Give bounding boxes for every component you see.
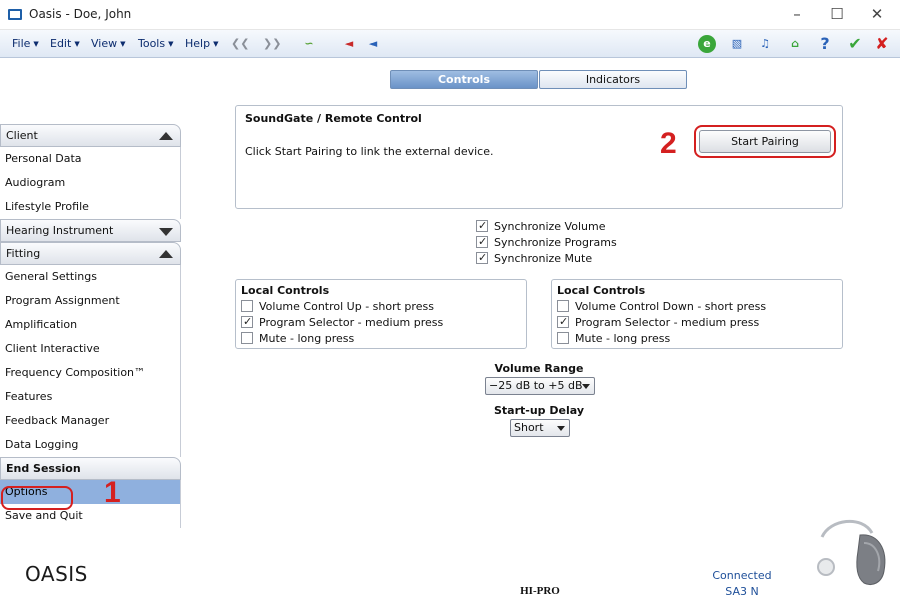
title-bar: Oasis - Doe, John – ☐ ✕ <box>0 0 900 30</box>
annotation-number-2: 2 <box>660 127 677 160</box>
app-window-icon <box>8 9 22 20</box>
program-selector-right-checkbox[interactable]: Program Selector - medium press <box>557 315 759 332</box>
menu-edit[interactable]: Edit ▼ <box>50 37 80 50</box>
checkbox-unchecked[interactable] <box>557 300 569 312</box>
maximize-button[interactable]: ☐ <box>822 4 852 24</box>
sidebar-item-general-settings[interactable]: General Settings <box>0 265 181 289</box>
section-header-client[interactable]: Client <box>0 124 181 147</box>
local-controls-right-title: Local Controls <box>557 284 646 297</box>
checkbox-checked[interactable] <box>476 219 488 233</box>
sidebar-item-lifestyle-profile[interactable]: Lifestyle Profile <box>0 195 181 219</box>
cancel-icon[interactable]: ✘ <box>873 35 891 53</box>
speaker-icon[interactable]: ◄ <box>364 35 382 53</box>
mute-long-press-left-checkbox[interactable]: Mute - long press <box>241 332 354 348</box>
checkbox-unchecked[interactable] <box>241 332 253 344</box>
menu-help[interactable]: Help ▼ <box>185 37 218 50</box>
startup-delay-dropdown[interactable]: Short <box>510 419 570 437</box>
sidebar-item-features[interactable]: Features <box>0 385 181 409</box>
tab-indicators[interactable]: Indicators <box>539 70 687 89</box>
device-name: SA3 N <box>725 585 759 598</box>
programmer-label: HI-PRO <box>520 585 560 597</box>
sidebar-item-program-assignment[interactable]: Program Assignment <box>0 289 181 313</box>
chevron-down-icon <box>582 384 590 389</box>
menu-toolbar: File ▼ Edit ▼ View ▼ Tools ▼ Help ▼ ❮❮ ❯❯ ∽ ◄… <box>0 30 900 58</box>
expand-icon <box>159 228 173 236</box>
help-icon[interactable]: ? <box>816 35 834 53</box>
section-header-end-session[interactable]: End Session <box>0 457 181 480</box>
navigation-sidebar: Client Personal Data Audiogram Lifestyle… <box>0 124 181 528</box>
main-area: Controls Indicators Client Personal Data… <box>0 58 900 603</box>
mute-long-press-right-checkbox[interactable]: Mute - long press <box>557 332 670 348</box>
volume-down-short-press-checkbox[interactable]: Volume Control Down - short press <box>557 300 766 316</box>
soundgate-instructions: Click Start Pairing to link the external… <box>245 145 494 158</box>
soundgate-title: SoundGate / Remote Control <box>245 112 422 125</box>
volume-up-short-press-checkbox[interactable]: Volume Control Up - short press <box>241 300 434 316</box>
annotation-circle-1 <box>1 486 73 510</box>
close-window-button[interactable]: ✕ <box>862 4 892 24</box>
sidebar-item-amplification[interactable]: Amplification <box>0 313 181 337</box>
check-icon[interactable]: ✔ <box>846 35 864 53</box>
sync-volume-checkbox[interactable]: Synchronize Volume <box>476 219 605 236</box>
menu-tools[interactable]: Tools ▼ <box>138 37 174 50</box>
startup-delay-label: Start-up Delay <box>493 404 584 417</box>
e-icon[interactable]: e <box>698 35 716 53</box>
forward-arrow-icon[interactable]: ❯❯ <box>263 35 281 53</box>
local-controls-right-panel: Local Controls Volume Control Down - sho… <box>551 279 843 349</box>
checkbox-unchecked[interactable] <box>241 300 253 312</box>
tab-controls[interactable]: Controls <box>390 70 538 89</box>
sidebar-item-feedback-manager[interactable]: Feedback Manager <box>0 409 181 433</box>
sync-mute-checkbox[interactable]: Synchronize Mute <box>476 251 592 268</box>
checkbox-checked[interactable] <box>476 251 488 265</box>
home-icon[interactable]: ⌂ <box>786 35 804 53</box>
keyboard-icon[interactable]: ▧ <box>728 35 746 53</box>
sidebar-item-data-logging[interactable]: Data Logging <box>0 433 181 457</box>
sidebar-item-client-interactive[interactable]: Client Interactive <box>0 337 181 361</box>
annotation-number-1: 1 <box>104 476 121 509</box>
mute-icon[interactable]: ◄ <box>340 35 358 53</box>
program-selector-left-checkbox[interactable]: Program Selector - medium press <box>241 315 443 332</box>
music-note-icon[interactable]: ♫ <box>756 35 774 53</box>
checkbox-checked[interactable] <box>241 315 253 329</box>
sidebar-item-personal-data[interactable]: Personal Data <box>0 147 181 171</box>
oasis-logo: OASIS <box>25 562 88 586</box>
volume-range-label: Volume Range <box>494 362 584 375</box>
window-title: Oasis - Doe, John <box>29 7 132 21</box>
local-controls-left-title: Local Controls <box>241 284 330 297</box>
collapse-icon <box>159 250 173 258</box>
menu-file[interactable]: File ▼ <box>12 37 39 50</box>
back-arrow-icon[interactable]: ❮❮ <box>231 35 249 53</box>
section-header-fitting[interactable]: Fitting <box>0 242 181 265</box>
local-controls-left-panel: Local Controls Volume Control Up - short… <box>235 279 527 349</box>
sidebar-item-frequency-composition[interactable]: Frequency Composition™ <box>0 361 181 385</box>
checkbox-checked[interactable] <box>557 315 569 329</box>
sidebar-item-audiogram[interactable]: Audiogram <box>0 171 181 195</box>
section-header-hearing-instrument[interactable]: Hearing Instrument <box>0 219 181 242</box>
checkbox-checked[interactable] <box>476 235 488 249</box>
minimize-button[interactable]: – <box>782 4 812 24</box>
volume-range-dropdown[interactable]: −25 dB to +5 dB <box>485 377 595 395</box>
collapse-icon <box>159 132 173 140</box>
soundgate-panel: SoundGate / Remote Control Click Start P… <box>235 105 843 209</box>
sync-programs-checkbox[interactable]: Synchronize Programs <box>476 235 617 252</box>
hearing-aid-image <box>817 519 886 585</box>
hearing-aid-icon[interactable]: ∽ <box>300 35 318 53</box>
annotation-circle-2 <box>694 125 836 158</box>
checkbox-unchecked[interactable] <box>557 332 569 344</box>
chevron-down-icon <box>557 426 565 431</box>
menu-view[interactable]: View ▼ <box>91 37 126 50</box>
connection-status: Connected <box>712 569 772 582</box>
